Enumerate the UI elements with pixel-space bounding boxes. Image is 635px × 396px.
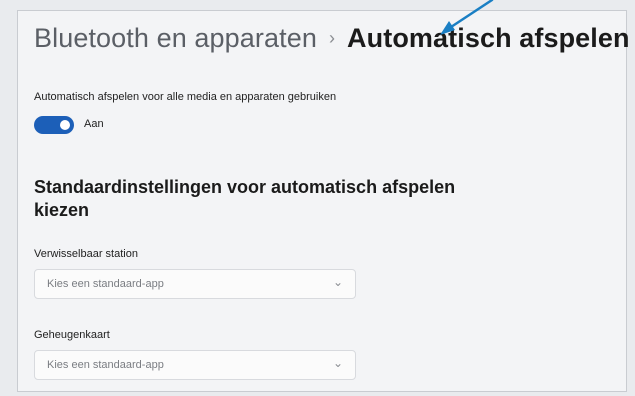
dropdown-value: Kies een standaard-app (47, 359, 164, 371)
chevron-down-icon: ⌄ (332, 275, 343, 289)
settings-window: Bluetooth en apparaten › Automatisch afspe… (17, 10, 630, 392)
memory-card-dropdown[interactable]: Kies een standaard-app ⌄ (34, 350, 356, 380)
page-title: Automatisch afspelen (347, 23, 630, 53)
chevron-down-icon: ⌄ (332, 356, 343, 370)
toggle-state-label: Aan (84, 118, 104, 130)
toggle-knob (60, 120, 70, 130)
section-heading: Standaardinstellingen voor automatisch a… (34, 177, 456, 220)
removable-drive-label: Verwisselbaar station (34, 248, 138, 260)
breadcrumb: Bluetooth en apparaten › Automatisch afspe… (34, 23, 630, 54)
memory-card-label: Geheugenkaart (34, 329, 110, 341)
autoplay-description: Automatisch afspelen voor alle media en … (34, 91, 337, 103)
dropdown-value: Kies een standaard-app (47, 278, 164, 290)
removable-drive-dropdown[interactable]: Kies een standaard-app ⌄ (34, 269, 356, 299)
breadcrumb-separator: › (328, 28, 336, 48)
breadcrumb-parent-link[interactable]: Bluetooth en apparaten (34, 23, 317, 53)
autoplay-toggle[interactable] (34, 116, 74, 134)
